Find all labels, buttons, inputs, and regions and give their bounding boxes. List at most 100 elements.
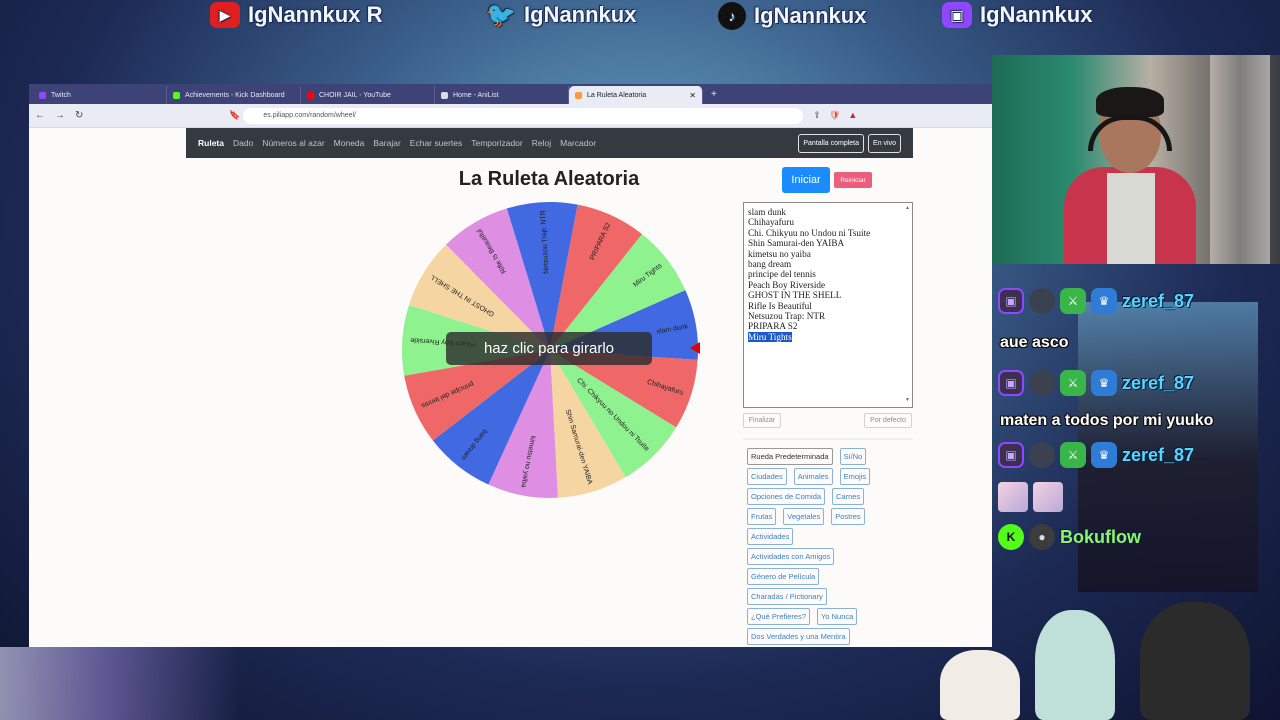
social-twitch: ▣ IgNannkux xyxy=(942,2,1092,28)
spin-hint[interactable]: haz clic para girarlo xyxy=(446,332,652,365)
preset-row: Ciudades Animales Emojis xyxy=(747,468,913,485)
preset-button[interactable]: Género de Película xyxy=(747,568,820,585)
entry-line: Chihayafuru xyxy=(748,217,794,228)
preset-row: Dos Verdades y una Mentira xyxy=(747,628,913,645)
preset-button[interactable]: Charadas / Pictionary xyxy=(747,588,827,605)
sword-badge-icon: ⚔ xyxy=(1060,370,1086,396)
preset-button[interactable]: Vegetales xyxy=(783,508,825,525)
nav-numeros[interactable]: Números al azar xyxy=(262,138,324,148)
brave-shield-icon[interactable]: 🛡 xyxy=(829,110,840,121)
entry-line: Shin Samurai-den YAIBA xyxy=(748,238,845,249)
page-title: La Ruleta Aleatoria xyxy=(458,168,640,190)
preset-button[interactable]: Sí/No xyxy=(839,448,867,465)
youtube-favicon-icon xyxy=(307,91,314,99)
chat-message: aue asco xyxy=(1000,334,1069,351)
preset-button[interactable]: Carnes xyxy=(832,488,865,505)
preset-button[interactable]: Actividades con Amigos xyxy=(747,548,835,565)
anime-character-art-right xyxy=(940,600,1280,720)
webcam-feed xyxy=(992,55,1280,264)
url-field[interactable]: 🔖 es.piliapp.com/random/wheel/ xyxy=(229,107,804,124)
live-button[interactable]: En vivo xyxy=(868,133,901,153)
tab-youtube[interactable]: CHOIR JAIL - YouTube xyxy=(301,86,435,104)
entry-line: PRIPARA S2 xyxy=(748,321,798,332)
start-button[interactable]: Iniciar xyxy=(782,167,830,193)
nav-actions: Pantalla completa En vivo xyxy=(798,133,901,153)
nav-ruleta[interactable]: Ruleta xyxy=(198,138,224,148)
entries-textarea[interactable]: ▲ ▼ slam dunk Chihayafuru Chi. Chikyuu no … xyxy=(743,202,913,408)
tab-ruleta[interactable]: La Ruleta Aleatoria ✕ xyxy=(569,86,703,104)
forward-icon[interactable]: → xyxy=(55,110,65,121)
preset-button[interactable]: ¿Qué Prefieres? xyxy=(747,608,811,625)
nav-marcador[interactable]: Marcador xyxy=(560,138,596,148)
nav-temporizador[interactable]: Temporizador xyxy=(471,138,523,148)
scroll-down-icon[interactable]: ▼ xyxy=(905,396,910,406)
tab-label: Home - AniList xyxy=(453,91,499,99)
preset-button[interactable]: Frutas xyxy=(747,508,777,525)
entry-line: Netsuzou Trap: NTR xyxy=(748,311,826,322)
entries-scrollbar[interactable]: ▲ ▼ xyxy=(905,204,911,406)
tab-kick[interactable]: Achievements - Kick Dashboard xyxy=(167,86,301,104)
avatar xyxy=(1029,442,1055,468)
preset-button[interactable]: Ciudades xyxy=(747,468,787,485)
preset-button[interactable]: Dos Verdades y una Mentira xyxy=(747,628,850,645)
divider xyxy=(743,438,913,440)
preset-button[interactable]: Postres xyxy=(831,508,865,525)
social-twitter: 🐦 IgNannkux xyxy=(486,2,636,29)
social-handle: IgNannkux xyxy=(754,3,867,28)
chibi-character xyxy=(940,650,1020,720)
kick-favicon-icon xyxy=(173,91,180,99)
finish-button[interactable]: Finalizar xyxy=(743,413,781,428)
nav-reloj[interactable]: Reloj xyxy=(532,138,551,148)
twitch-badge-icon: ▣ xyxy=(998,442,1024,468)
preset-button[interactable]: Rueda Predeterminada xyxy=(747,448,833,465)
user-icon: ● xyxy=(1029,524,1055,550)
social-tiktok: ♪ IgNannkux xyxy=(718,2,866,30)
avatar xyxy=(1029,288,1055,314)
entry-line: Chi. Chikyuu no Undou ni Tsuite xyxy=(748,227,871,238)
twitch-favicon-icon xyxy=(39,91,46,99)
avatar xyxy=(1029,370,1055,396)
nav-barajar[interactable]: Barajar xyxy=(373,138,400,148)
shirt xyxy=(1107,173,1155,264)
tab-twitch[interactable]: Twitch xyxy=(33,86,167,104)
preset-button[interactable]: Yo Nunca xyxy=(817,608,858,625)
share-icon[interactable]: ⇪ xyxy=(813,110,821,121)
close-tab-icon[interactable]: ✕ xyxy=(689,91,696,100)
preset-row: Actividades con Amigos xyxy=(747,548,913,565)
entry-line: Miru Tights xyxy=(748,331,908,342)
reload-icon[interactable]: ↻ xyxy=(75,110,83,121)
crown-badge-icon: ♛ xyxy=(1091,442,1117,468)
sword-badge-icon: ⚔ xyxy=(1060,442,1086,468)
preset-row: ¿Qué Prefieres? Yo Nunca xyxy=(747,608,913,625)
preset-button[interactable]: Emojis xyxy=(839,468,871,485)
preset-button[interactable]: Opciones de Comida xyxy=(747,488,826,505)
entry-line: kimetsu no yaiba xyxy=(748,248,811,259)
default-button[interactable]: Por defecto xyxy=(864,413,912,428)
preset-row: Rueda Predeterminada Sí/No xyxy=(747,448,913,465)
scroll-up-icon[interactable]: ▲ xyxy=(905,204,910,214)
entry-line: bang dream xyxy=(748,259,792,270)
preset-button[interactable]: Actividades xyxy=(747,528,794,545)
tab-label: CHOIR JAIL - YouTube xyxy=(319,91,391,99)
new-tab-icon[interactable]: + xyxy=(711,89,717,100)
selected-entry-highlight: Miru Tights xyxy=(748,331,792,342)
preset-button[interactable]: Animales xyxy=(793,468,833,485)
chat-username: Bokuflow xyxy=(1060,526,1141,547)
sword-badge-icon: ⚔ xyxy=(1060,288,1086,314)
nav-echar-suertes[interactable]: Echar suertes xyxy=(410,138,462,148)
chat-username: zeref_87 xyxy=(1122,444,1195,465)
emote-icon xyxy=(1033,482,1063,512)
bookmark-icon[interactable]: 🔖 xyxy=(229,110,240,121)
fullscreen-button[interactable]: Pantalla completa xyxy=(798,133,865,153)
emote-icon xyxy=(998,482,1028,512)
rewards-icon[interactable]: ▲ xyxy=(848,110,857,121)
preset-row: Género de Película xyxy=(747,568,913,585)
nav-dado[interactable]: Dado xyxy=(233,138,253,148)
reset-button[interactable]: Reiniciar xyxy=(834,172,872,188)
tab-strip: Twitch Achievements - Kick Dashboard CHO… xyxy=(29,84,992,104)
chat-username: zeref_87 xyxy=(1122,290,1195,311)
tab-anilist[interactable]: Home - AniList xyxy=(435,86,569,104)
back-icon[interactable]: ← xyxy=(35,110,45,121)
social-banner: ▶ IgNannkux R 🐦 IgNannkux ♪ IgNannkux ▣ … xyxy=(0,0,1280,34)
nav-moneda[interactable]: Moneda xyxy=(334,138,365,148)
